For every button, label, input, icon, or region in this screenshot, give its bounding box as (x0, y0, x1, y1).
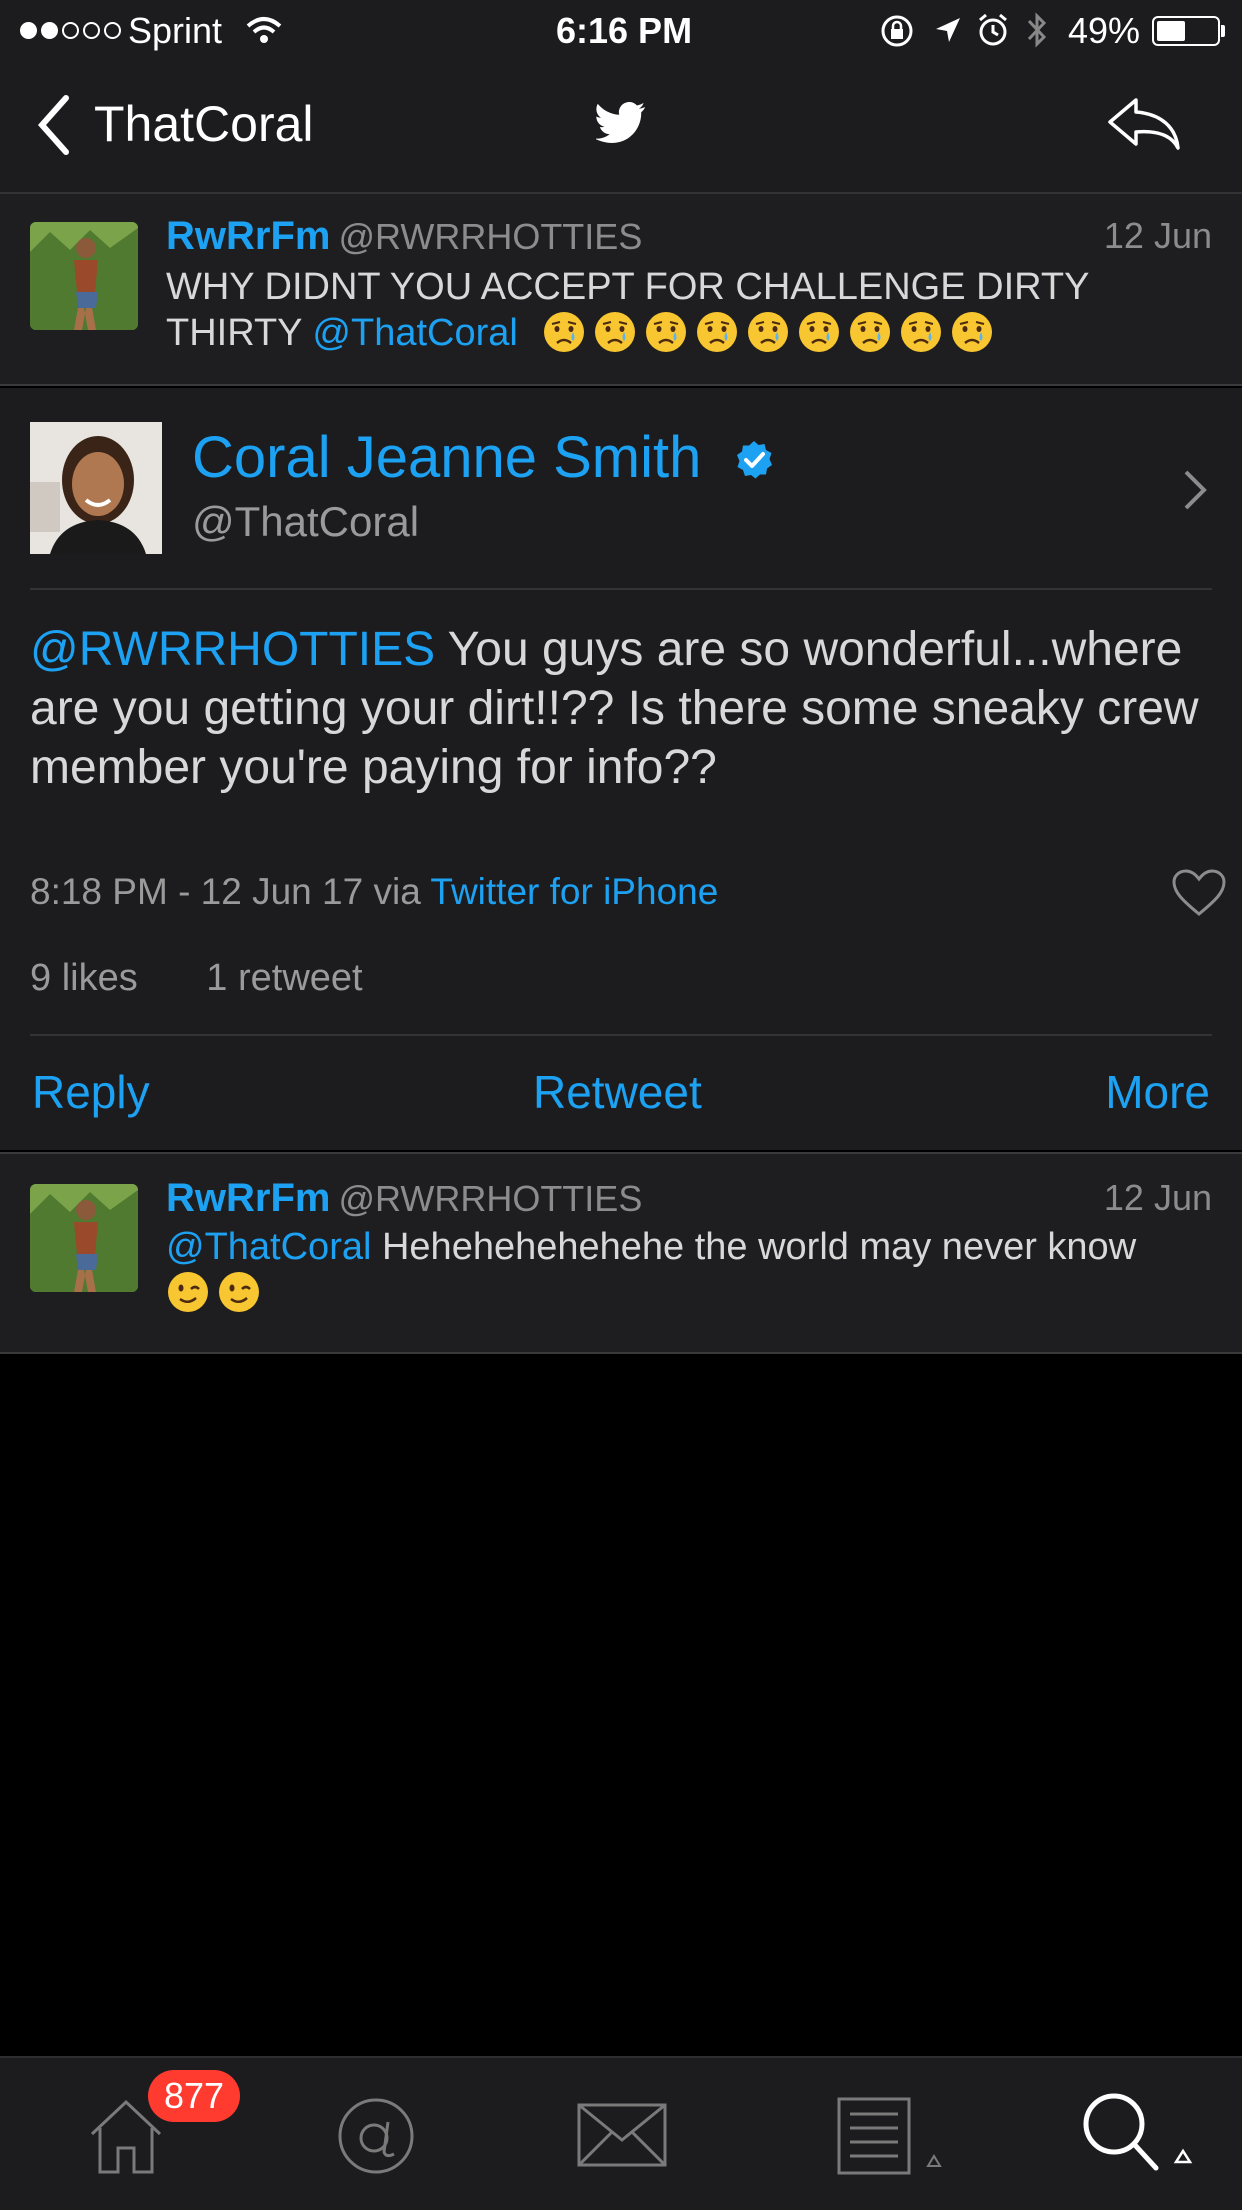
avatar[interactable] (30, 422, 162, 554)
alarm-icon (979, 13, 1007, 46)
mention-link[interactable]: @ThatCoral (312, 312, 517, 354)
handle: @RWRRHOTTIES (338, 216, 643, 257)
reply-arrow-icon[interactable] (1106, 96, 1182, 152)
tweet-body: Hehehehehehehe the world may never know (371, 1226, 1137, 1268)
mention-link[interactable]: @RWRRHOTTIES (30, 623, 435, 676)
bluetooth-icon (1027, 12, 1047, 48)
chevron-right-icon[interactable] (1182, 468, 1208, 512)
tweet-text: @RWRRHOTTIES You guys are so wonderful..… (30, 620, 1220, 797)
winking-face-emoji (168, 1272, 208, 1312)
tweet-meta: 8:18 PM - 12 Jun 17 via Twitter for iPho… (30, 868, 718, 916)
winking-face-emoji-group (166, 1272, 268, 1314)
battery-percent: 49% (1068, 10, 1141, 51)
wifi-icon (246, 17, 282, 43)
mention-link[interactable]: @ThatCoral (166, 1226, 371, 1268)
crying-face-emoji (901, 312, 942, 352)
crying-face-emoji (697, 312, 738, 352)
messages-icon[interactable] (576, 2102, 668, 2168)
verified-badge-icon (737, 441, 772, 479)
tweet-stats: 9 likes 1 retweet (30, 954, 363, 1002)
twitter-bird-icon (596, 102, 645, 143)
handle: @ThatCoral (192, 498, 420, 545)
display-name[interactable]: RwRrFm (166, 1176, 330, 1220)
divider (30, 1034, 1212, 1036)
tweet-text: @ThatCoral Hehehehehehehe the world may … (166, 1224, 1216, 1316)
winking-face-emoji (219, 1272, 259, 1312)
display-name[interactable]: Coral Jeanne Smith (192, 422, 701, 494)
likes-count[interactable]: 9 likes (30, 957, 138, 999)
crying-face-emoji (748, 312, 789, 352)
more-button[interactable]: More (1105, 1064, 1210, 1120)
retweets-count[interactable]: 1 retweet (206, 957, 362, 999)
crying-face-emoji (799, 312, 840, 352)
mentions-icon[interactable] (334, 2094, 418, 2178)
tweet-actions: Reply Retweet More (0, 1064, 1242, 1150)
main-tweet: Coral Jeanne Smith @ThatCoral @RWRRHOTTI… (0, 388, 1242, 1150)
notification-badge: 877 (148, 2070, 240, 2122)
crying-face-emoji (952, 312, 993, 352)
tweet-date: 12 Jun (1103, 1177, 1212, 1218)
crying-face-emoji-group (542, 312, 1001, 354)
battery-level (1157, 21, 1185, 41)
carrier-name: Sprint (128, 10, 223, 51)
crying-face-emoji (595, 312, 636, 352)
battery-tip (1221, 25, 1225, 37)
tab-bar: 877 (0, 2056, 1242, 2210)
tweet-source-link[interactable]: Twitter for iPhone (430, 871, 718, 912)
avatar[interactable] (30, 222, 138, 330)
back-button-label[interactable]: ThatCoral (94, 94, 314, 154)
battery-icon (1152, 16, 1220, 46)
reply-button[interactable]: Reply (32, 1064, 150, 1120)
handle: @RWRRHOTTIES (338, 1178, 643, 1219)
crying-face-emoji (544, 312, 585, 352)
search-icon[interactable] (1080, 2090, 1200, 2176)
display-name[interactable]: RwRrFm (166, 214, 330, 258)
crying-face-emoji (646, 312, 687, 352)
tweet-timestamp: 8:18 PM - 12 Jun 17 via (30, 871, 431, 912)
like-heart-icon[interactable] (1170, 868, 1228, 918)
crying-face-emoji (850, 312, 891, 352)
chevron-left-icon (37, 95, 69, 155)
rotation-lock-icon (881, 15, 913, 47)
lists-icon[interactable] (836, 2096, 946, 2176)
status-bar: Sprint 6:16 PM 49% (0, 0, 1242, 62)
location-icon (936, 18, 960, 42)
retweet-button[interactable]: Retweet (533, 1064, 702, 1120)
reply-tweet[interactable]: RwRrFm @RWRRHOTTIES 12 Jun @ThatCoral Heh… (0, 1152, 1242, 1354)
tweet-text: WHY DIDNT YOU ACCEPT FOR CHALLENGE DIRTY… (166, 264, 1216, 356)
parent-tweet[interactable]: RwRrFm @RWRRHOTTIES 12 Jun WHY DIDNT YOU … (0, 194, 1242, 386)
clock: 6:16 PM (556, 10, 693, 51)
avatar[interactable] (30, 1184, 138, 1292)
tweet-date: 12 Jun (1103, 215, 1212, 256)
divider (30, 588, 1212, 590)
signal-strength-icon (20, 22, 121, 39)
